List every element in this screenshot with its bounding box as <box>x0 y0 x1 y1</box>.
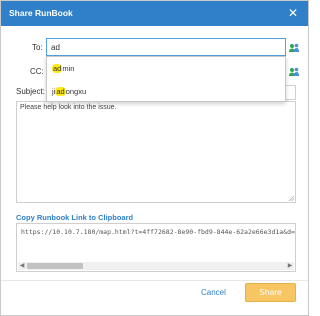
share-runbook-dialog: Share RunBook ✕ To: CC: Subject: Please … <box>0 0 309 316</box>
suggestion-match: ad <box>55 87 66 96</box>
suggestion-suffix: min <box>62 64 75 73</box>
resize-grip-icon[interactable] <box>288 195 294 201</box>
cc-label: CC: <box>30 67 44 76</box>
suggestion-item[interactable]: admin <box>47 58 285 80</box>
footer-divider <box>1 280 308 281</box>
horizontal-scrollbar[interactable]: ◀ ▶ <box>18 262 294 270</box>
to-label: To: <box>32 43 43 52</box>
scroll-right-icon[interactable]: ▶ <box>286 262 294 270</box>
cancel-button[interactable]: Cancel <box>201 288 226 297</box>
scrollbar-thumb[interactable] <box>27 263 83 269</box>
message-textarea[interactable]: Please help look into the issue. <box>16 101 296 203</box>
suggestion-suffix: ongxu <box>65 87 87 96</box>
url-text: https://10.10.7.180/map.html?t=4ff72682-… <box>21 228 295 236</box>
copy-link-button[interactable]: Copy Runbook Link to Clipboard <box>16 213 133 222</box>
dialog-title: Share RunBook <box>9 8 73 18</box>
to-input[interactable] <box>46 38 286 56</box>
dialog-titlebar: Share RunBook ✕ <box>1 1 308 26</box>
message-text: Please help look into the issue. <box>20 104 117 111</box>
suggestion-match: ad <box>52 64 63 73</box>
autocomplete-dropdown: admin jiadongxu <box>46 56 286 102</box>
subject-label: Subject: <box>16 87 45 96</box>
close-icon[interactable]: ✕ <box>286 6 300 20</box>
url-field[interactable]: https://10.10.7.180/map.html?t=4ff72682-… <box>16 223 296 272</box>
people-icon[interactable] <box>288 43 300 53</box>
share-button[interactable]: Share <box>245 283 296 302</box>
people-icon[interactable] <box>288 67 300 77</box>
suggestion-item[interactable]: jiadongxu <box>47 81 285 103</box>
scroll-left-icon[interactable]: ◀ <box>18 262 26 270</box>
